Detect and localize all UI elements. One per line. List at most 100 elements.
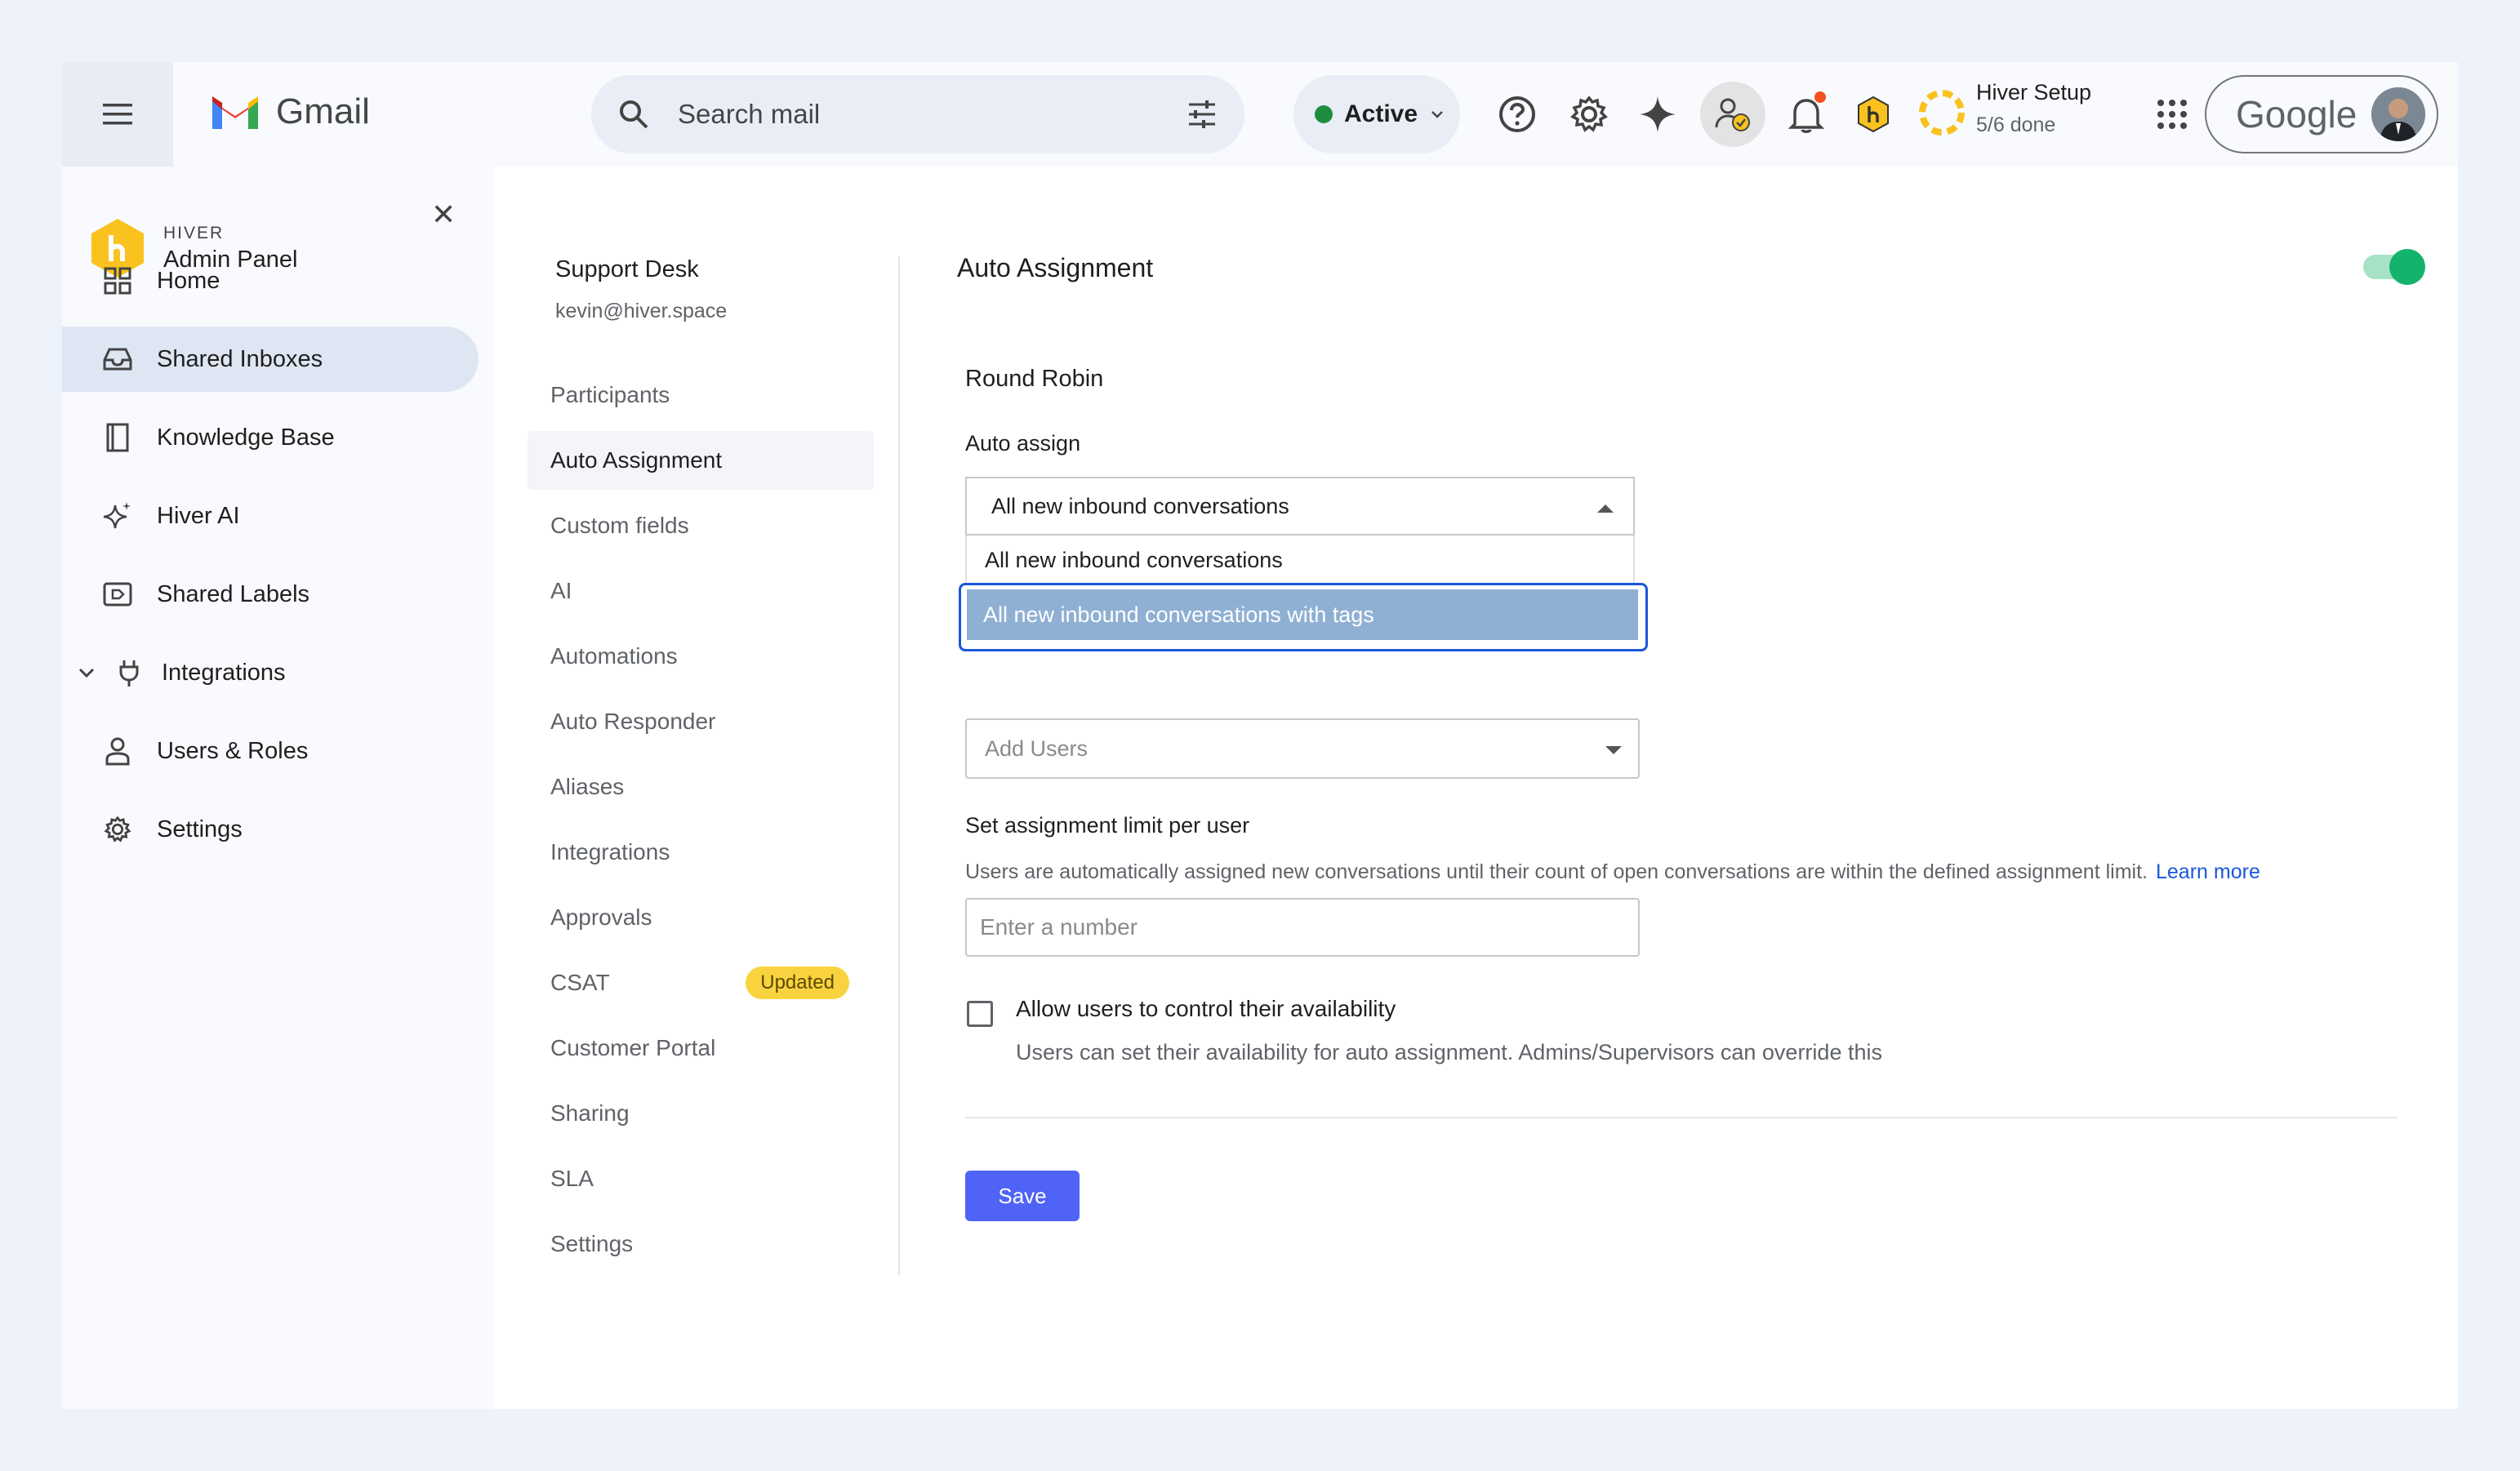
auto-assign-select[interactable]: All new inbound conversations	[965, 477, 1635, 536]
sidebar-item-label: Integrations	[162, 659, 286, 686]
assignment-limit-input[interactable]: Enter a number	[965, 898, 1640, 957]
menu-label: Sharing	[550, 1100, 630, 1126]
main-menu-button[interactable]	[62, 62, 173, 167]
menu-label: Automations	[550, 643, 678, 669]
menu-label: AI	[550, 578, 572, 603]
chevron-down-icon	[1431, 111, 1443, 118]
inbox-menu-aliases[interactable]: Aliases	[528, 758, 874, 816]
sidebar-item-label: Settings	[157, 815, 243, 842]
auto-assign-label: Auto assign	[965, 431, 1081, 456]
sidebar-item-users-roles[interactable]: Users & Roles	[62, 718, 479, 784]
dropdown-option-highlighted[interactable]: All new inbound conversations with tags	[967, 589, 1638, 640]
sidebar-item-knowledge-base[interactable]: Knowledge Base	[62, 405, 479, 470]
inbox-menu-settings[interactable]: Settings	[528, 1215, 874, 1273]
sidebar-item-hiver-ai[interactable]: Hiver AI	[62, 483, 479, 549]
availability-button[interactable]	[1700, 82, 1765, 147]
gmail-m-icon	[212, 96, 258, 129]
assignment-limit-help: Users are automatically assigned new con…	[965, 860, 2260, 884]
gmail-window: Gmail Search mail Active Hiver Setup 5/6…	[62, 62, 2458, 1409]
hiver-setup-status[interactable]: Hiver Setup 5/6 done	[1976, 80, 2091, 137]
learn-more-link[interactable]: Learn more	[2156, 860, 2260, 883]
availability-help: Users can set their availability for aut…	[1016, 1040, 1882, 1064]
close-icon[interactable]: ✕	[431, 198, 456, 232]
inbox-menu-ai[interactable]: AI	[528, 562, 874, 620]
status-dot	[1315, 105, 1333, 123]
setup-progress-ring-icon[interactable]	[1916, 87, 1968, 139]
inbox-menu-sla[interactable]: SLA	[528, 1149, 874, 1208]
sidebar-item-integrations[interactable]: Integrations	[62, 640, 479, 705]
setup-progress: 5/6 done	[1976, 113, 2056, 136]
hiver-hex-icon[interactable]	[1852, 93, 1894, 136]
inbox-menu-auto-responder[interactable]: Auto Responder	[528, 692, 874, 751]
sidebar-item-label: Home	[157, 267, 220, 294]
chevron-down-icon	[77, 656, 96, 689]
sidebar-item-label: Shared Inboxes	[157, 345, 323, 372]
auto-assign-value: All new inbound conversations	[991, 493, 1289, 518]
sidebar-item-shared-inboxes[interactable]: Shared Inboxes	[62, 327, 479, 392]
apps-grid-icon[interactable]	[2151, 93, 2193, 136]
gemini-sparkle-icon[interactable]	[1636, 93, 1679, 136]
inbox-menu-participants[interactable]: Participants	[528, 366, 874, 424]
inbox-menu-integrations[interactable]: Integrations	[528, 823, 874, 882]
status-label: Active	[1344, 100, 1418, 127]
add-users-select[interactable]: Add Users	[965, 718, 1640, 779]
inbox-menu-custom-fields[interactable]: Custom fields	[528, 496, 874, 555]
page-title: Auto Assignment	[957, 253, 1154, 282]
brand-small: HIVER	[163, 223, 225, 242]
sidebar-item-label: Hiver AI	[157, 502, 240, 529]
status-dropdown[interactable]: Active	[1293, 75, 1460, 153]
inbox-menu-approvals[interactable]: Approvals	[528, 888, 874, 947]
google-logo-text: Google	[2236, 93, 2357, 136]
menu-label: Settings	[550, 1231, 634, 1256]
app-name: Gmail	[276, 91, 370, 131]
inbox-icon	[101, 343, 134, 376]
availability-checkbox[interactable]	[967, 1001, 993, 1027]
vertical-divider	[898, 256, 900, 1275]
updated-badge: Updated	[746, 967, 849, 999]
menu-label: Auto Assignment	[550, 447, 723, 473]
gmail-logo[interactable]: Gmail	[209, 91, 370, 132]
search-input[interactable]: Search mail	[678, 99, 1186, 130]
menu-label: Aliases	[550, 774, 625, 799]
settings-gear-icon[interactable]	[1568, 93, 1610, 136]
menu-label: Participants	[550, 382, 670, 407]
search-icon[interactable]	[617, 98, 650, 131]
auto-assignment-toggle[interactable]	[2363, 249, 2425, 285]
avatar	[2371, 87, 2425, 141]
sidebar-item-shared-labels[interactable]: Shared Labels	[62, 562, 479, 627]
save-button[interactable]: Save	[965, 1171, 1080, 1221]
inbox-menu-customer-portal[interactable]: Customer Portal	[528, 1019, 874, 1078]
sidebar-item-home[interactable]: Home	[62, 248, 479, 313]
caret-down-icon	[1605, 746, 1622, 754]
help-icon[interactable]	[1496, 93, 1538, 136]
label-icon	[101, 578, 134, 611]
help-text: Users are automatically assigned new con…	[965, 860, 2148, 883]
plug-icon	[113, 656, 145, 689]
admin-sidebar: HIVER Admin Panel ✕ Home Shared Inboxes …	[62, 167, 493, 1409]
sidebar-item-label: Shared Labels	[157, 580, 310, 607]
menu-label: Auto Responder	[550, 709, 716, 734]
inbox-menu-automations[interactable]: Automations	[528, 627, 874, 686]
grid-icon	[101, 264, 134, 297]
sidebar-item-settings[interactable]: Settings	[62, 797, 479, 862]
menu-label: Custom fields	[550, 513, 689, 538]
inbox-menu-auto-assignment[interactable]: Auto Assignment	[528, 431, 874, 490]
inbox-menu-csat[interactable]: CSAT Updated	[528, 953, 874, 1012]
user-check-icon	[1715, 98, 1750, 131]
sidebar-item-label: Users & Roles	[157, 737, 309, 764]
gear-icon	[101, 813, 134, 846]
inbox-menu-sharing[interactable]: Sharing	[528, 1084, 874, 1143]
search-bar[interactable]: Search mail	[591, 75, 1244, 153]
availability-label: Allow users to control their availabilit…	[1016, 996, 1396, 1021]
menu-label: SLA	[550, 1166, 594, 1191]
search-options-icon[interactable]	[1186, 98, 1218, 131]
book-icon	[101, 421, 134, 454]
menu-label: Integrations	[550, 839, 670, 864]
main-content: Support Desk kevin@hiver.space Participa…	[493, 167, 2458, 1409]
menu-label: Approvals	[550, 904, 652, 930]
google-account-button[interactable]: Google	[2205, 75, 2438, 153]
hamburger-icon	[103, 104, 132, 125]
inbox-name: Support Desk	[555, 256, 699, 282]
user-icon	[101, 735, 134, 767]
dropdown-option[interactable]: All new inbound conversations	[965, 536, 1635, 584]
